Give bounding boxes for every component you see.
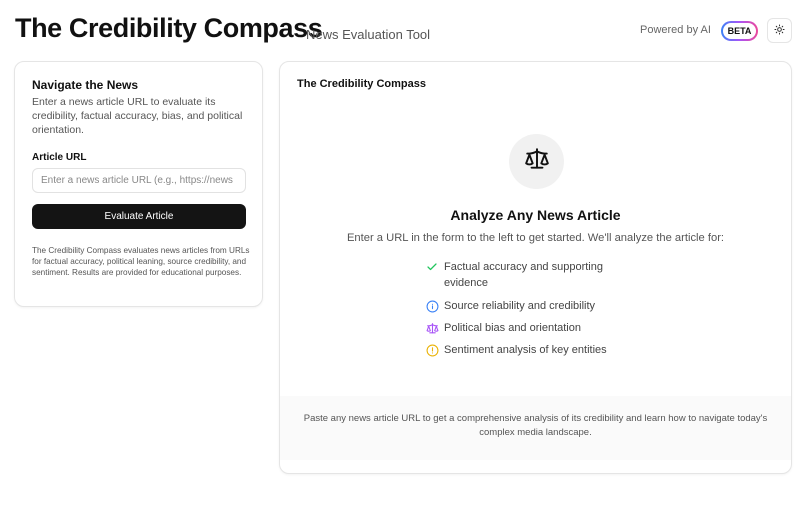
results-card-title: The Credibility Compass [297, 78, 426, 90]
beta-badge: BETA [721, 21, 758, 41]
hero-icon-circle [509, 134, 564, 189]
powered-by-text: Powered by AI [640, 24, 711, 36]
check-icon [425, 260, 439, 274]
feature-label: Source reliability and credibility [444, 300, 596, 312]
feature-label: Factual accuracy and supporting evidence [444, 261, 603, 289]
app-header: The Credibility Compass News Evaluation … [0, 0, 806, 62]
evaluate-article-button[interactable]: Evaluate Article [32, 204, 246, 229]
app-title: The Credibility Compass [15, 13, 323, 43]
alert-circle-icon [425, 343, 439, 357]
feature-label: Political bias and orientation [444, 322, 581, 334]
form-footnote: The Credibility Compass evaluates news a… [32, 246, 250, 277]
results-card: The Credibility Compass Analyze Any News… [279, 61, 792, 474]
results-card-footer: Paste any news article URL to get a comp… [280, 396, 791, 460]
theme-toggle-button[interactable] [767, 18, 792, 43]
hero-title: Analyze Any News Article [450, 207, 621, 223]
beta-badge-label: BETA [723, 23, 756, 39]
app-subtitle: News Evaluation Tool [306, 27, 431, 42]
feature-item-sentiment: Sentiment analysis of key entities [425, 342, 625, 358]
sun-icon [774, 22, 785, 40]
scale-icon [524, 146, 550, 177]
feature-item-bias: Political bias and orientation [425, 320, 625, 336]
form-card-title: Navigate the News [32, 78, 139, 92]
article-url-input[interactable] [32, 168, 246, 193]
navigate-news-card: Navigate the News Enter a news article U… [14, 61, 263, 307]
feature-label: Sentiment analysis of key entities [444, 344, 607, 356]
info-circle-icon [425, 299, 439, 313]
feature-item-source: Source reliability and credibility [425, 298, 625, 314]
feature-item-factual: Factual accuracy and supporting evidence [425, 259, 625, 291]
hero-subtitle: Enter a URL in the form to the left to g… [346, 232, 725, 244]
footer-text: Paste any news article URL to get a comp… [303, 413, 768, 438]
form-card-description: Enter a news article URL to evaluate its… [32, 96, 243, 136]
scale-icon [425, 321, 439, 335]
article-url-label: Article URL [32, 152, 87, 163]
